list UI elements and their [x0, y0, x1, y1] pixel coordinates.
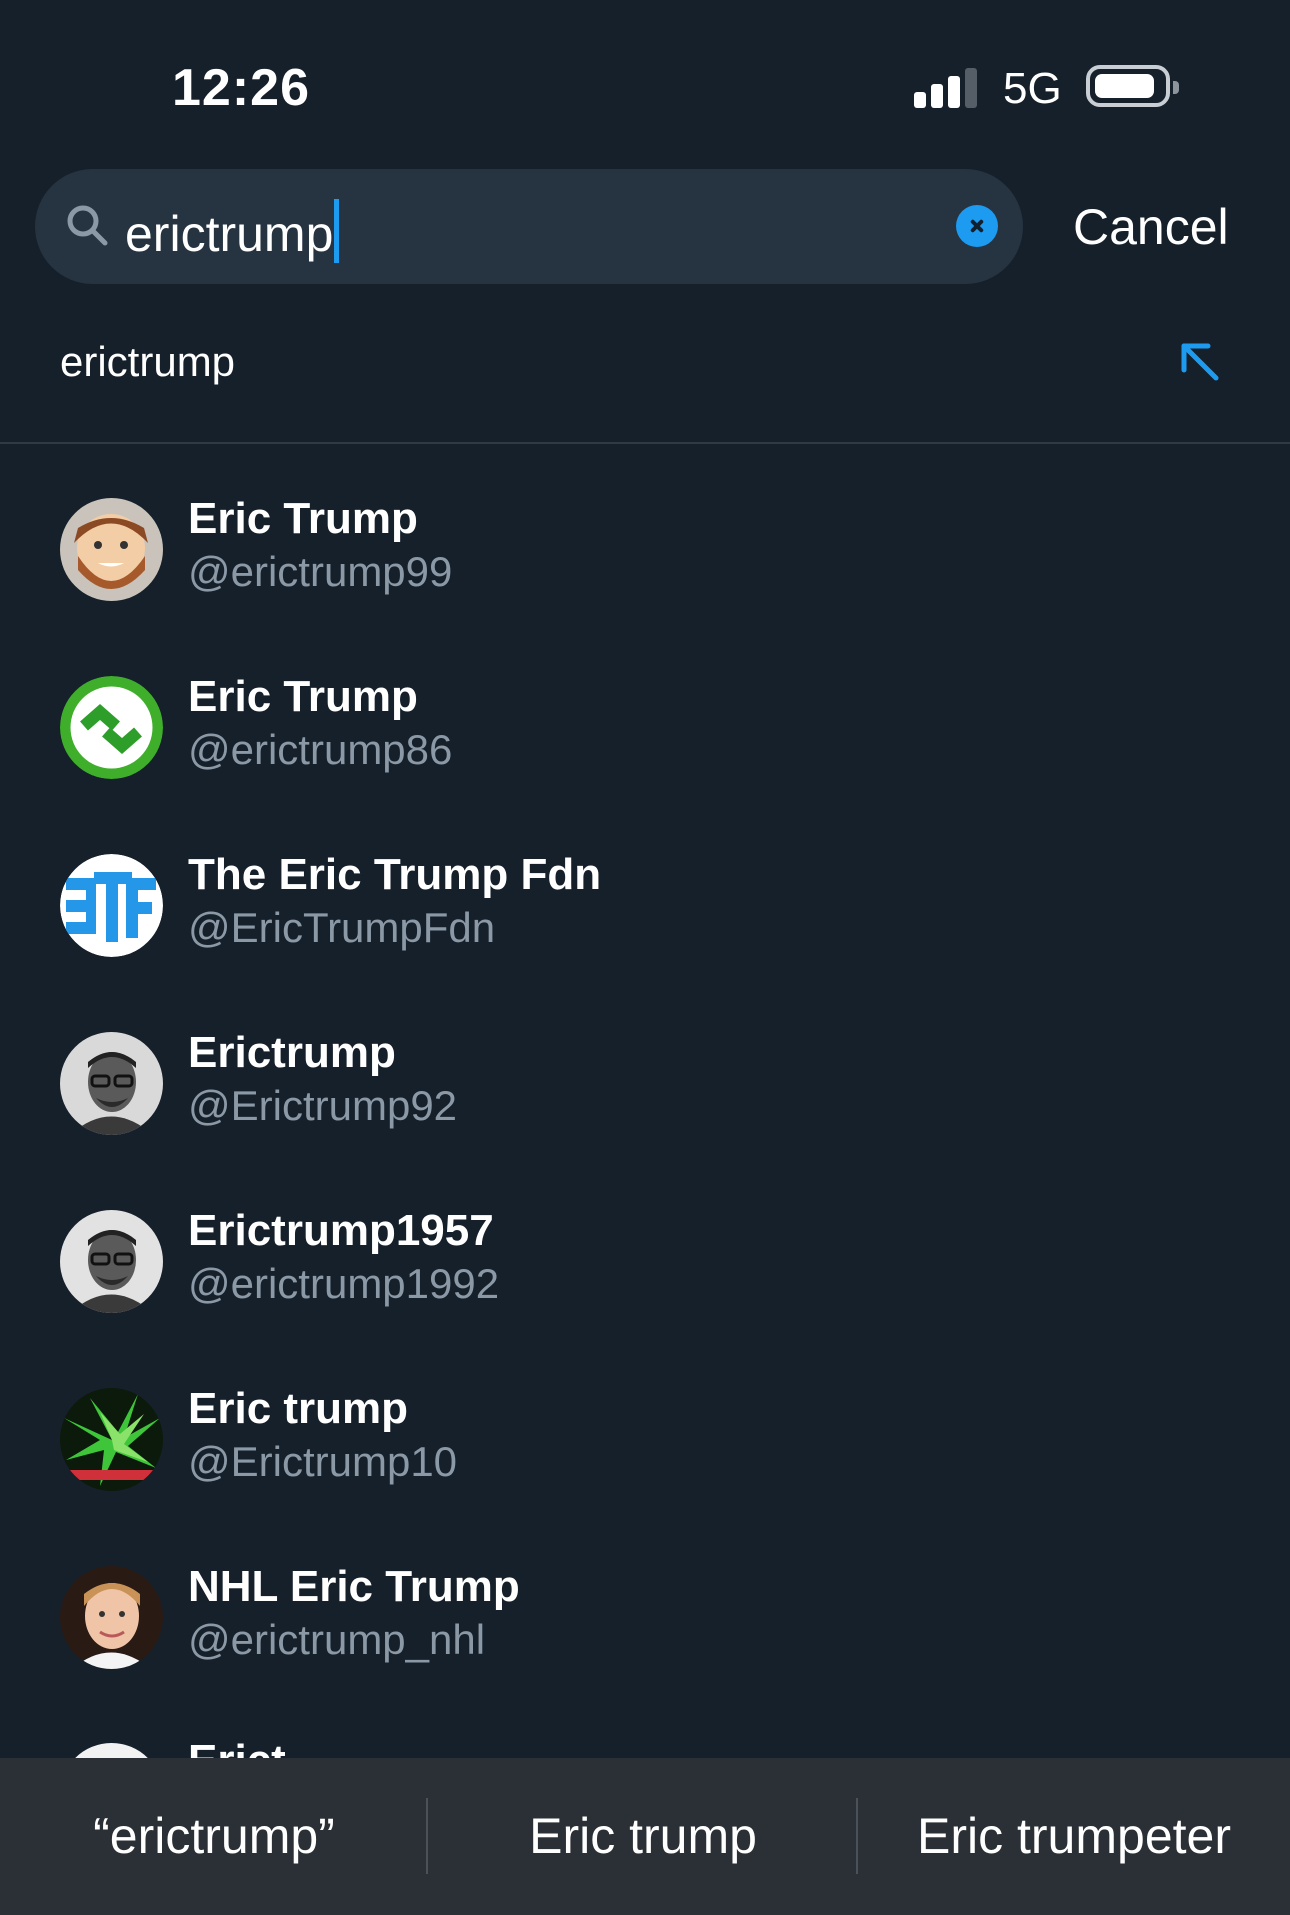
- search-query-text: erictrump: [125, 206, 334, 262]
- avatar: [60, 676, 163, 779]
- result-name: Erictrump1957: [188, 1206, 494, 1255]
- result-name: Eric trump: [188, 1384, 409, 1433]
- avatar: [60, 498, 163, 601]
- user-result-row[interactable]: Erictrump1957 @erictrump1992: [0, 1206, 1290, 1388]
- user-result-row[interactable]: Eric trump @Erictrump10: [0, 1384, 1290, 1566]
- result-handle: @erictrump1992: [188, 1260, 500, 1307]
- avatar: [60, 1388, 163, 1491]
- search-input[interactable]: erictrump: [125, 199, 340, 263]
- user-result-row[interactable]: NHL Eric Trump @erictrump_nhl: [0, 1562, 1290, 1744]
- result-name: Eric Trump: [188, 672, 418, 721]
- cellular-signal-icon: [914, 68, 980, 108]
- result-handle: @erictrump86: [188, 726, 453, 773]
- network-type: 5G: [1003, 64, 1062, 113]
- result-handle: @Erictrump92: [188, 1082, 458, 1129]
- prediction-item[interactable]: “erictrump”: [0, 1758, 428, 1915]
- result-name: Erictrump: [188, 1028, 396, 1077]
- prediction-item[interactable]: Eric trumpeter: [858, 1758, 1290, 1915]
- search-icon: [67, 205, 108, 246]
- prediction-item[interactable]: Eric trump: [428, 1758, 858, 1915]
- result-name: NHL Eric Trump: [188, 1562, 520, 1611]
- keyboard-predictions-bar: “erictrump” Eric trump Eric trumpeter: [0, 1758, 1290, 1915]
- avatar: [60, 1032, 163, 1135]
- user-result-row[interactable]: The Eric Trump Fdn @EricTrumpFdn: [0, 850, 1290, 1032]
- suggestion-label: erictrump: [60, 338, 236, 385]
- avatar: [60, 1210, 163, 1313]
- text-cursor: [334, 199, 340, 263]
- user-result-row[interactable]: Eric Trump @erictrump86: [0, 672, 1290, 854]
- battery-icon: [1086, 65, 1179, 107]
- result-handle: @erictrump99: [188, 548, 453, 595]
- result-name: The Eric Trump Fdn: [188, 850, 602, 899]
- result-handle: @erictrump_nhl: [188, 1616, 486, 1663]
- clear-search-button[interactable]: [956, 205, 998, 247]
- result-name: Eric Trump: [188, 494, 418, 543]
- status-time: 12:26: [172, 59, 310, 117]
- result-handle: @Erictrump10: [188, 1438, 458, 1485]
- cancel-button[interactable]: Cancel: [1073, 198, 1229, 256]
- result-handle: @EricTrumpFdn: [188, 904, 496, 951]
- avatar: [60, 1566, 163, 1669]
- search-bar[interactable]: erictrump: [35, 169, 1023, 284]
- search-suggestion-row[interactable]: erictrump: [0, 300, 1290, 444]
- avatar: [60, 854, 163, 957]
- user-result-row[interactable]: Erictrump @Erictrump92: [0, 1028, 1290, 1210]
- autofill-arrow-icon[interactable]: [1176, 338, 1226, 388]
- user-result-row[interactable]: Eric Trump @erictrump99: [0, 494, 1290, 676]
